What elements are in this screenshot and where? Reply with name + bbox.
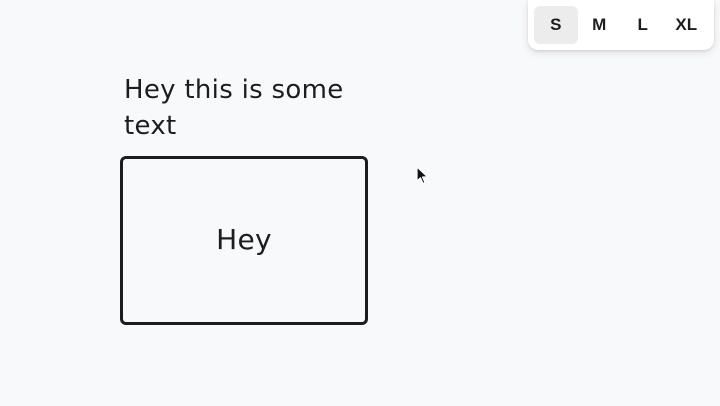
rectangle-label: Hey <box>216 223 272 256</box>
rectangle-shape[interactable]: Hey <box>120 156 368 325</box>
size-button-s[interactable]: S <box>534 6 578 44</box>
size-button-xl[interactable]: XL <box>665 6 709 44</box>
size-toolbar: S M L XL <box>528 0 714 50</box>
size-button-m[interactable]: M <box>578 6 622 44</box>
drawing-canvas[interactable]: S M L XL Hey this is some text Hey <box>0 0 720 406</box>
text-shape[interactable]: Hey this is some text <box>124 72 384 144</box>
size-button-l[interactable]: L <box>621 6 665 44</box>
mouse-pointer-icon <box>416 166 429 185</box>
